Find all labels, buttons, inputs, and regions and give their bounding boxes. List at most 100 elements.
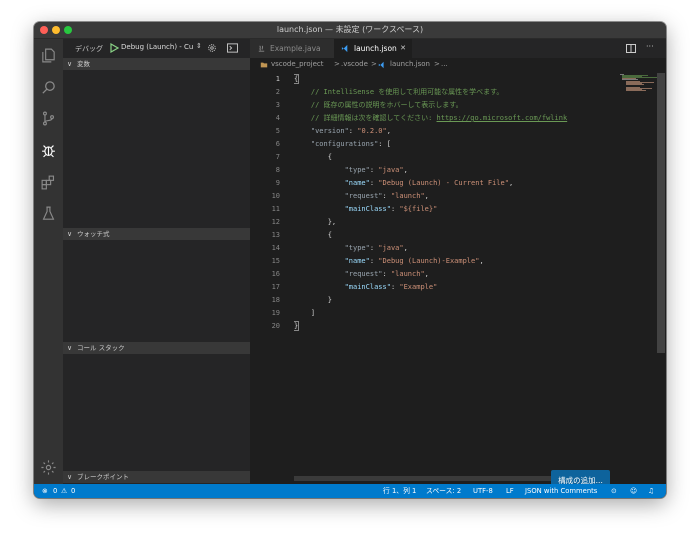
vscode-file-icon	[341, 44, 348, 53]
breadcrumb: vscode_project > .vscode > launch.json >…	[250, 58, 666, 71]
breadcrumb-item[interactable]: launch.json	[390, 58, 430, 71]
code-token: "java"	[378, 166, 404, 174]
breadcrumb-separator: >	[371, 60, 377, 68]
code-line[interactable]: "request": "launch",	[294, 190, 429, 203]
code-line[interactable]: }	[294, 294, 332, 307]
tab-bar: Example.java launch.json ✕ ···	[250, 39, 666, 58]
code-token: {	[294, 74, 300, 84]
code-line[interactable]: "mainClass": "Example"	[294, 281, 438, 294]
tab-launch-json[interactable]: launch.json ✕	[334, 39, 412, 58]
error-count[interactable]: 0	[53, 484, 57, 498]
extensions-icon[interactable]	[40, 174, 57, 191]
code-token: "mainClass"	[294, 283, 391, 291]
code-line[interactable]: },	[294, 216, 336, 229]
code-line[interactable]: // 既存の属性の説明をホバーして表示します。	[294, 99, 463, 112]
editor-area: Example.java launch.json ✕ ··· vscode_pr…	[250, 39, 666, 484]
warning-icon[interactable]: ⚠	[61, 484, 67, 498]
code-line[interactable]: {	[294, 73, 300, 86]
chevron-down-icon: ∨	[67, 473, 73, 481]
section-watch[interactable]: ∨ ウォッチ式	[63, 228, 250, 240]
encoding[interactable]: UTF-8	[473, 484, 493, 498]
bell-icon[interactable]: ♫	[648, 484, 654, 498]
code-token: "launch"	[390, 270, 425, 278]
java-file-icon	[258, 45, 265, 52]
test-icon[interactable]	[40, 205, 57, 222]
code-line[interactable]: "request": "launch",	[294, 268, 429, 281]
chevron-updown-icon[interactable]: ⇕	[196, 42, 202, 50]
window-title: launch.json — 未設定 (ワークスペース)	[276, 25, 424, 34]
debug-sidebar: デバッグ Debug (Launch) - Cu ⇕ ∨ 変数 ∨ ウォッチ式 …	[63, 39, 250, 484]
start-debug-icon[interactable]	[109, 43, 119, 53]
breadcrumb-item[interactable]: ...	[441, 58, 448, 71]
code-line[interactable]: "mainClass": "${file}"	[294, 203, 438, 216]
line-number: 17	[271, 283, 280, 291]
files-icon[interactable]	[40, 47, 57, 64]
language-mode[interactable]: JSON with Comments	[525, 484, 597, 498]
source-control-icon[interactable]	[40, 110, 57, 127]
horizontal-scrollbar[interactable]	[294, 476, 554, 481]
line-number: 1	[275, 75, 280, 83]
code-editor[interactable]: { // IntelliSense を使用して利用可能な属性を学べます。 // …	[294, 73, 616, 473]
settings-icon[interactable]	[40, 459, 57, 476]
code-token: {	[294, 231, 332, 239]
section-label: コール スタック	[77, 344, 125, 352]
code-line[interactable]: "configurations": [	[294, 138, 391, 151]
code-token: ,	[386, 127, 391, 135]
cursor-position[interactable]: 行 1、列 1	[383, 484, 416, 498]
vertical-scrollbar[interactable]	[657, 73, 665, 353]
debug-icon[interactable]	[40, 142, 57, 159]
breadcrumb-item[interactable]: vscode_project	[271, 58, 323, 71]
code-line[interactable]: // 詳細情報は次を確認してください: https://go.microsoft…	[294, 112, 567, 125]
section-call-stack[interactable]: ∨ コール スタック	[63, 342, 250, 354]
debug-console-icon[interactable]	[227, 43, 238, 53]
code-token: ,	[403, 244, 408, 252]
code-line[interactable]: {	[294, 151, 332, 164]
code-line[interactable]: // IntelliSense を使用して利用可能な属性を学べます。	[294, 86, 504, 99]
tab-example-java[interactable]: Example.java	[250, 39, 334, 58]
code-token: "type"	[294, 166, 370, 174]
code-token: ,	[403, 166, 408, 174]
line-number: 7	[275, 153, 280, 161]
code-token: "${file}"	[399, 205, 438, 213]
split-editor-icon[interactable]	[626, 44, 636, 53]
debug-config-select[interactable]: Debug (Launch) - Cu	[121, 43, 201, 54]
code-line[interactable]: "name": "Debug (Launch) - Current File",	[294, 177, 514, 190]
code-line[interactable]: "name": "Debug (Launch)-Example",	[294, 255, 484, 268]
line-number: 13	[271, 231, 280, 239]
code-line[interactable]: "type": "java",	[294, 242, 408, 255]
code-token: },	[294, 218, 337, 226]
code-line[interactable]: "version": "0.2.0",	[294, 125, 391, 138]
code-token: "configurations"	[294, 140, 379, 148]
minimap[interactable]	[618, 73, 662, 103]
tab-label: Example.java	[270, 44, 321, 53]
warning-count[interactable]: 0	[71, 484, 75, 498]
code-token: "Debug (Launch) - Current File"	[378, 179, 509, 187]
code-token: "version"	[294, 127, 349, 135]
search-icon[interactable]	[40, 79, 57, 96]
code-token: ,	[508, 179, 514, 187]
feedback-smiley-icon[interactable]: ☺	[630, 484, 637, 498]
line-number: 3	[275, 101, 280, 109]
folder-icon	[260, 62, 268, 68]
code-token: : [	[378, 140, 391, 148]
line-number: 14	[271, 244, 280, 252]
section-variables[interactable]: ∨ 変数	[63, 58, 250, 70]
code-line[interactable]: {	[294, 229, 332, 242]
line-number: 2	[275, 88, 280, 96]
line-number: 12	[271, 218, 280, 226]
sync-icon[interactable]: ⊙	[611, 484, 617, 498]
code-token: "request"	[294, 192, 383, 200]
close-icon[interactable]: ✕	[400, 39, 406, 58]
code-token: }	[294, 321, 300, 331]
vscode-file-icon	[378, 61, 384, 69]
end-of-line[interactable]: LF	[506, 484, 514, 498]
gear-icon[interactable]	[207, 43, 217, 53]
more-actions-icon[interactable]: ···	[646, 42, 654, 51]
code-line[interactable]: ]	[294, 307, 315, 320]
indentation[interactable]: スペース: 2	[426, 484, 461, 498]
breadcrumb-item[interactable]: .vscode	[341, 58, 368, 71]
code-line[interactable]: }	[294, 320, 300, 333]
error-circle-icon[interactable]: ⊗	[42, 484, 48, 498]
code-line[interactable]: "type": "java",	[294, 164, 408, 177]
section-breakpoints[interactable]: ∨ ブレークポイント	[63, 471, 250, 483]
